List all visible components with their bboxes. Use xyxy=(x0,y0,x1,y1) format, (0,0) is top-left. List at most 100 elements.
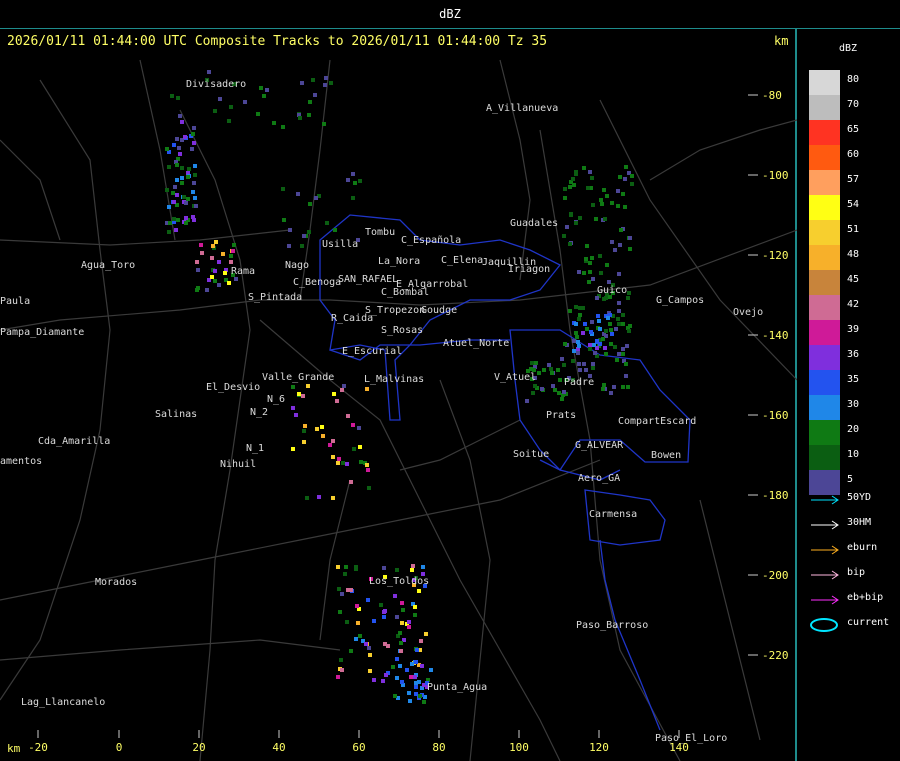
echo-pixel xyxy=(165,188,169,192)
echo-pixel xyxy=(214,240,218,244)
echo-pixel xyxy=(563,342,567,346)
y-tick-label: -180 xyxy=(762,489,789,502)
echo-pixel xyxy=(195,260,199,264)
echo-pixel xyxy=(613,248,617,252)
echo-pixel xyxy=(551,384,555,388)
echo-pixel xyxy=(595,339,599,343)
echo-pixel xyxy=(229,254,233,258)
track-arrow-icon xyxy=(811,495,839,505)
legend-swatch-45 xyxy=(809,270,840,295)
echo-pixel xyxy=(599,198,603,202)
echo-pixel xyxy=(281,125,285,129)
echo-pixel xyxy=(359,460,363,464)
place-label: El_Desvio xyxy=(206,382,260,393)
echo-pixel xyxy=(354,567,358,571)
echo-pixel xyxy=(372,678,376,682)
y-tick-label: -160 xyxy=(762,409,789,422)
echo-pixel xyxy=(256,112,260,116)
echo-pixel xyxy=(217,283,221,287)
echo-pixel xyxy=(525,399,529,403)
echo-pixel xyxy=(628,247,632,251)
y-tick-label: -200 xyxy=(762,569,789,582)
current-ellipse-icon xyxy=(810,618,838,632)
echo-pixel xyxy=(182,195,186,199)
echo-pixel xyxy=(621,313,625,317)
legend-track-eburn: eburn xyxy=(809,542,899,556)
echo-pixel xyxy=(627,329,631,333)
echo-pixel xyxy=(227,281,231,285)
echo-pixel xyxy=(265,88,269,92)
echo-pixel xyxy=(323,83,327,87)
legend-swatch-65 xyxy=(809,120,840,145)
echo-pixel xyxy=(356,621,360,625)
echo-pixel xyxy=(210,256,214,260)
echo-pixel xyxy=(617,322,621,326)
place-label: Divisadero xyxy=(186,79,246,90)
echo-pixel xyxy=(291,406,295,410)
legend-track-30HM: 30HM xyxy=(809,517,899,531)
echo-pixel xyxy=(615,358,619,362)
echo-pixel xyxy=(596,314,600,318)
echo-pixel xyxy=(408,699,412,703)
echo-pixel xyxy=(336,461,340,465)
x-tick-label: 120 xyxy=(589,741,609,754)
echo-pixel xyxy=(591,203,595,207)
composite-header: 2026/01/11 01:44:00 UTC Composite Tracks… xyxy=(7,34,548,49)
legend-label-35: 35 xyxy=(847,374,860,385)
echo-pixel xyxy=(413,675,417,679)
echo-pixel xyxy=(417,589,421,593)
echo-pixel xyxy=(624,165,628,169)
echo-pixel xyxy=(192,141,196,145)
echo-pixel xyxy=(582,166,586,170)
echo-pixel xyxy=(585,327,589,331)
echo-pixel xyxy=(358,445,362,449)
legend-track-label: 50YD xyxy=(847,492,872,503)
echo-pixel xyxy=(574,305,578,309)
echo-pixel xyxy=(563,196,567,200)
echo-pixel xyxy=(343,572,347,576)
echo-pixel xyxy=(366,598,370,602)
echo-pixel xyxy=(364,642,368,646)
x-tick-label: 80 xyxy=(432,741,445,754)
x-tick-label: -20 xyxy=(28,741,48,754)
echo-pixel xyxy=(619,228,623,232)
echo-pixel xyxy=(591,277,595,281)
echo-pixel xyxy=(349,649,353,653)
place-label: Los_Toldos xyxy=(369,576,429,587)
radar-map[interactable]: Divisadero A_Villanueva Guadales Tombu Usill… xyxy=(0,0,797,761)
echo-pixel xyxy=(409,675,413,679)
echo-pixel xyxy=(610,201,614,205)
legend-swatch-30 xyxy=(809,395,840,420)
echo-pixel xyxy=(553,388,557,392)
echo-pixel xyxy=(391,665,395,669)
place-label: Carmensa xyxy=(589,509,637,520)
echo-pixel xyxy=(346,178,350,182)
echo-pixel xyxy=(223,271,227,275)
place-label: Paso_Barroso xyxy=(576,620,648,631)
echo-pixel xyxy=(337,457,341,461)
place-label: R_Caida xyxy=(331,313,373,324)
echo-pixel xyxy=(287,244,291,248)
road-network xyxy=(0,59,797,761)
echo-pixel xyxy=(617,301,621,305)
echo-pixel xyxy=(572,349,576,353)
echo-pixel xyxy=(594,217,598,221)
place-label: Valle_Grande xyxy=(262,372,334,383)
echo-pixel xyxy=(583,322,587,326)
legend-swatch-36 xyxy=(809,345,840,370)
echo-pixel xyxy=(184,201,188,205)
echo-pixel xyxy=(603,217,607,221)
echo-pixel xyxy=(340,388,344,392)
echo-pixel xyxy=(324,76,328,80)
echo-pixel xyxy=(605,194,609,198)
echo-pixel xyxy=(383,609,387,613)
echo-pixel xyxy=(588,347,592,351)
echo-pixel xyxy=(176,96,180,100)
echo-pixel xyxy=(618,243,622,247)
echo-pixel xyxy=(563,187,567,191)
echo-pixel xyxy=(180,181,184,185)
road xyxy=(319,479,351,641)
echo-pixel xyxy=(193,196,197,200)
echo-pixel xyxy=(598,254,602,258)
place-label: Nihuil xyxy=(220,459,256,470)
